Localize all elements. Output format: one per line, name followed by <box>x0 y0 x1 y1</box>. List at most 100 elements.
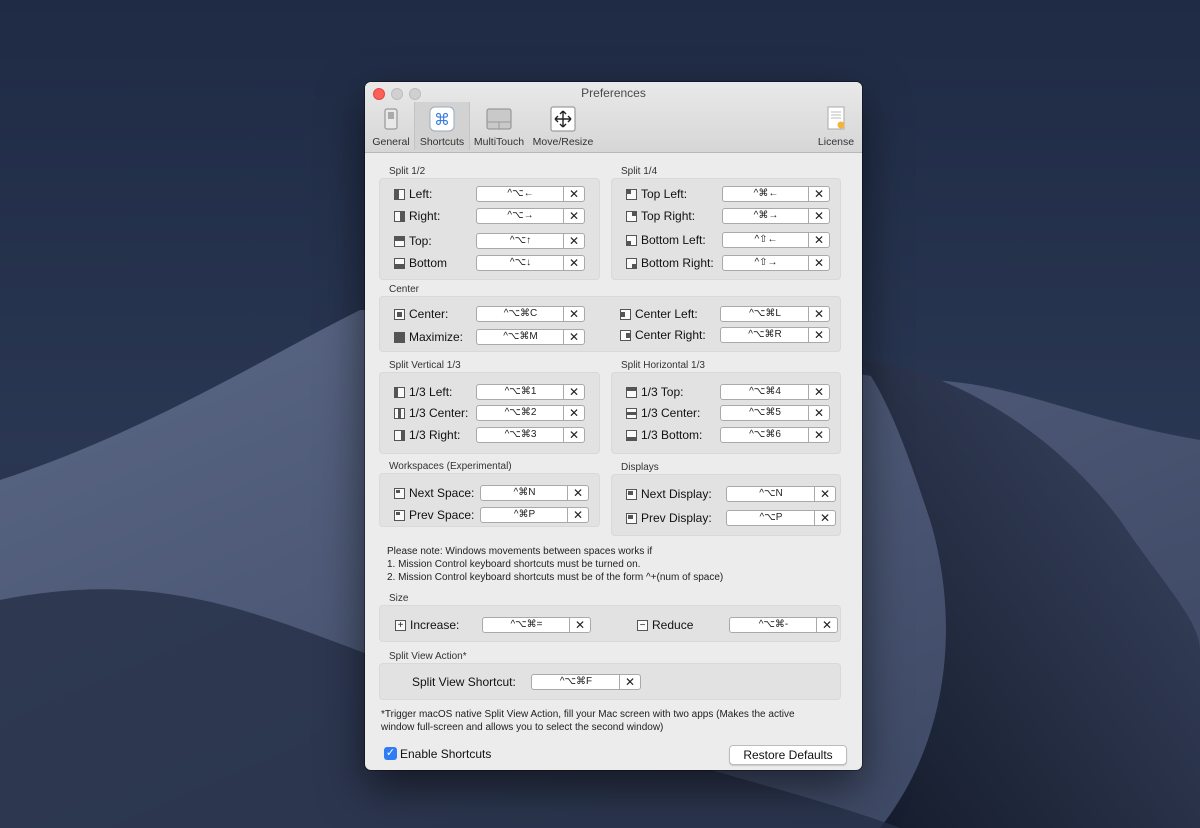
window-third-vertical-icon <box>394 408 405 419</box>
shortcut-recorder[interactable]: ^⇧← ✕ <box>722 232 830 248</box>
section-split-vertical-title: Split Vertical 1/3 <box>389 360 461 371</box>
clear-shortcut-button[interactable]: ✕ <box>563 330 584 344</box>
shortcut-recorder[interactable]: ^⌥⌘F ✕ <box>531 674 641 690</box>
tab-multitouch[interactable]: MultiTouch <box>470 102 528 150</box>
clear-shortcut-button[interactable]: ✕ <box>567 486 588 500</box>
restore-defaults-button[interactable]: Restore Defaults <box>729 745 847 765</box>
shortcut-recorder[interactable]: ^⌥⌘M ✕ <box>476 329 585 345</box>
shortcut-recorder[interactable]: ^⌥→ ✕ <box>476 208 585 224</box>
shortcut-recorder[interactable]: ^⇧→ ✕ <box>722 255 830 271</box>
clear-shortcut-button[interactable]: ✕ <box>563 234 584 248</box>
clear-shortcut-button[interactable]: ✕ <box>808 256 829 270</box>
shortcut-recorder[interactable]: ^⌥⌘3 ✕ <box>476 427 585 443</box>
shortcut-label: 1/3 Center: <box>641 406 701 420</box>
window-quarter-icon <box>626 189 637 200</box>
enable-shortcuts-checkbox[interactable]: ✓ <box>384 747 397 760</box>
shortcut-label: Top Left: <box>641 187 688 201</box>
window-top-half-icon <box>394 236 405 247</box>
clear-shortcut-button[interactable]: ✕ <box>563 385 584 399</box>
shortcut-label: Split View Shortcut: <box>412 675 516 689</box>
clear-shortcut-button[interactable]: ✕ <box>563 428 584 442</box>
clear-shortcut-button[interactable]: ✕ <box>808 307 829 321</box>
shortcut-recorder[interactable]: ^⌥N ✕ <box>726 486 836 502</box>
clear-shortcut-button[interactable]: ✕ <box>814 487 835 501</box>
section-displays-title: Displays <box>621 462 659 473</box>
shortcut-label: 1/3 Top: <box>641 385 684 399</box>
clear-shortcut-button[interactable]: ✕ <box>816 618 837 632</box>
clear-shortcut-button[interactable]: ✕ <box>563 256 584 270</box>
shortcut-recorder[interactable]: ^⌥⌘5 ✕ <box>720 405 830 421</box>
clear-shortcut-button[interactable]: ✕ <box>808 385 829 399</box>
shortcut-recorder[interactable]: ^⌥← ✕ <box>476 186 585 202</box>
window-cright-icon <box>620 330 631 341</box>
shortcut-value: ^⌥⌘1 <box>504 386 537 397</box>
clear-shortcut-button[interactable]: ✕ <box>563 187 584 201</box>
spaces-note: Please note: Windows movements between s… <box>387 545 723 584</box>
display-icon <box>626 489 637 500</box>
window-quarter-icon <box>626 258 637 269</box>
shortcut-recorder[interactable]: ^⌘← ✕ <box>722 186 830 202</box>
shortcut-label: 1/3 Bottom: <box>641 428 703 442</box>
shortcut-recorder[interactable]: ^⌥⌘6 ✕ <box>720 427 830 443</box>
clear-shortcut-button[interactable]: ✕ <box>808 406 829 420</box>
clear-shortcut-button[interactable]: ✕ <box>808 209 829 223</box>
clear-shortcut-button[interactable]: ✕ <box>567 508 588 522</box>
tab-general-label: General <box>372 136 410 148</box>
note-line: 1. Mission Control keyboard shortcuts mu… <box>387 559 641 570</box>
shortcut-recorder[interactable]: ^⌥⌘L ✕ <box>720 306 830 322</box>
shortcut-value: ^⇧← <box>754 234 778 245</box>
shortcut-recorder[interactable]: ^⌥P ✕ <box>726 510 836 526</box>
shortcut-recorder[interactable]: ^⌘N ✕ <box>480 485 589 501</box>
shortcut-value: ^⌥⌘L <box>749 308 781 319</box>
clear-shortcut-button[interactable]: ✕ <box>808 328 829 342</box>
shortcut-recorder[interactable]: ^⌥⌘2 ✕ <box>476 405 585 421</box>
shortcut-value: ^⌥↑ <box>509 235 532 246</box>
window-left-half-icon <box>394 189 405 200</box>
space-icon <box>394 510 405 521</box>
shortcut-label: Center: <box>409 307 449 321</box>
shortcut-value: ^⌥⌘= <box>510 619 543 630</box>
tab-general[interactable]: General <box>371 102 411 150</box>
tab-multitouch-label: MultiTouch <box>473 136 525 148</box>
clear-shortcut-button[interactable]: ✕ <box>619 675 640 689</box>
clear-shortcut-button[interactable]: ✕ <box>563 307 584 321</box>
clear-shortcut-button[interactable]: ✕ <box>808 187 829 201</box>
window-third-vertical-icon <box>394 430 405 441</box>
shortcut-recorder[interactable]: ^⌥⌘4 ✕ <box>720 384 830 400</box>
shortcut-recorder[interactable]: ^⌥⌘= ✕ <box>482 617 591 633</box>
clear-shortcut-button[interactable]: ✕ <box>563 209 584 223</box>
window-bottom-half-icon <box>394 258 405 269</box>
clear-shortcut-button[interactable]: ✕ <box>563 406 584 420</box>
shortcut-label: Top: <box>409 234 432 248</box>
clear-shortcut-button[interactable]: ✕ <box>569 618 590 632</box>
shortcut-recorder[interactable]: ^⌘P ✕ <box>480 507 589 523</box>
shortcut-recorder[interactable]: ^⌥⌘- ✕ <box>729 617 838 633</box>
minus-icon: − <box>637 620 648 631</box>
shortcut-value: ^⌥⌘4 <box>749 386 781 397</box>
shortcut-recorder[interactable]: ^⌥⌘C ✕ <box>476 306 585 322</box>
shortcut-recorder[interactable]: ^⌥⌘R ✕ <box>720 327 830 343</box>
enable-shortcuts-label[interactable]: Enable Shortcuts <box>400 747 491 761</box>
window-full-icon <box>394 332 405 343</box>
shortcut-label: Right: <box>409 209 441 223</box>
clear-shortcut-button[interactable]: ✕ <box>814 511 835 525</box>
shortcut-recorder[interactable]: ^⌥⌘1 ✕ <box>476 384 585 400</box>
shortcut-value: ^⌥⌘2 <box>504 407 537 418</box>
clear-shortcut-button[interactable]: ✕ <box>808 233 829 247</box>
shortcut-recorder[interactable]: ^⌥↓ ✕ <box>476 255 585 271</box>
space-icon <box>394 488 405 499</box>
window-title: Preferences <box>581 86 646 100</box>
tab-shortcuts[interactable]: ⌘ Shortcuts <box>414 102 470 150</box>
shortcut-recorder[interactable]: ^⌥↑ ✕ <box>476 233 585 249</box>
section-split-quarter-title: Split 1/4 <box>621 166 658 177</box>
shortcut-value: ^⌥⌘6 <box>749 429 781 440</box>
shortcut-value: ^⌘← <box>753 188 779 199</box>
window-right-half-icon <box>394 211 405 222</box>
tab-license[interactable]: License <box>813 102 859 150</box>
shortcut-recorder[interactable]: ^⌘→ ✕ <box>722 208 830 224</box>
tab-move-resize[interactable]: Move/Resize <box>530 102 596 150</box>
section-workspaces-title: Workspaces (Experimental) <box>389 461 512 472</box>
preferences-window: Preferences General ⌘ Shortcuts MultiTou… <box>365 82 862 770</box>
shortcut-value: ^⌘P <box>513 509 536 520</box>
clear-shortcut-button[interactable]: ✕ <box>808 428 829 442</box>
